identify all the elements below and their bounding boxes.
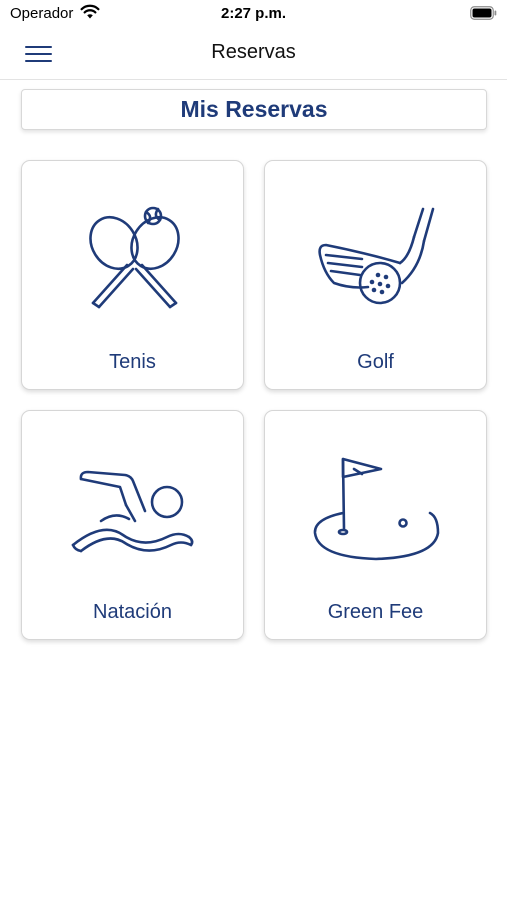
swimmer-icon [71,470,194,553]
tile-label: Tenis [109,351,156,373]
status-time: 2:27 p.m. [220,5,287,22]
page-title: Reservas [211,41,296,63]
mis-reservas-button[interactable]: Mis Reservas [21,89,487,130]
status-bar: Operador 2:27 p.m. [0,0,507,28]
golf-tile[interactable]: Golf [264,160,487,390]
battery-icon [470,6,497,20]
tennis-rackets-icon [89,206,180,309]
natacion-tile[interactable]: Natación [21,410,244,640]
golf-club-ball-icon [318,207,435,305]
tile-label: Natación [93,601,172,623]
tenis-tile[interactable]: Tenis [21,160,244,390]
golf-flag-hole-icon [313,457,440,561]
tile-label: Green Fee [327,601,424,623]
navigation-bar: Reservas [0,28,507,80]
green-fee-tile[interactable]: Green Fee [264,410,487,640]
tile-label: Golf [357,351,394,373]
